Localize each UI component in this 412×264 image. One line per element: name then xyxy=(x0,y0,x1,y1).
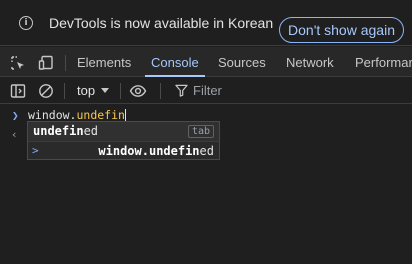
toolbar-divider xyxy=(120,83,121,99)
input-property-text: undefin xyxy=(76,108,125,122)
eager-eval-preview: > window.undefined xyxy=(28,141,219,160)
tab-elements[interactable]: Elements xyxy=(77,47,131,77)
clear-console-icon[interactable] xyxy=(38,83,54,99)
tab-console[interactable]: Console xyxy=(145,47,205,77)
tab-key-hint: tab xyxy=(187,125,214,138)
context-selector[interactable]: top xyxy=(77,78,95,104)
console-toolbar: top Filter xyxy=(0,78,412,104)
language-banner: i DevTools is now available in Korean Do… xyxy=(0,0,412,46)
result-arrow-icon: ‹ xyxy=(11,128,18,141)
console-input[interactable]: window.undefin xyxy=(28,108,126,122)
devtools-window: i DevTools is now available in Korean Do… xyxy=(0,0,412,264)
preview-typed: window.undefin xyxy=(98,144,200,158)
prompt-arrow-icon: ❯ xyxy=(12,109,19,122)
preview-rest: ed xyxy=(199,144,214,158)
chevron-down-icon[interactable] xyxy=(101,88,109,93)
preview-text: window.undefined xyxy=(98,144,214,158)
suggestion-typed: undefin xyxy=(33,124,84,138)
autocomplete-suggestion[interactable]: undefined tab xyxy=(28,122,219,141)
tab-performance[interactable]: Performar xyxy=(355,47,412,77)
eye-icon[interactable] xyxy=(129,83,147,99)
preview-arrow-icon: > xyxy=(32,144,39,157)
toolbar-divider xyxy=(160,83,161,99)
input-object-text: window. xyxy=(28,108,77,122)
sidebar-toggle-icon[interactable] xyxy=(10,83,26,99)
suggestion-rest: ed xyxy=(83,124,99,138)
main-tab-bar: Elements Console Sources Network Perform… xyxy=(0,47,412,77)
toolbar-divider xyxy=(65,55,66,71)
inspect-element-icon[interactable] xyxy=(10,55,26,71)
suggestion-text: undefined xyxy=(33,124,98,138)
autocomplete-popup: undefined tab > window.undefined xyxy=(27,121,220,160)
banner-message: DevTools is now available in Korean xyxy=(49,15,274,31)
dont-show-again-button[interactable]: Don't show again xyxy=(279,17,404,43)
filter-input[interactable]: Filter xyxy=(193,78,222,104)
info-icon: i xyxy=(19,16,33,30)
text-caret xyxy=(124,109,126,121)
tab-sources[interactable]: Sources xyxy=(218,47,266,77)
tab-network[interactable]: Network xyxy=(286,47,334,77)
device-toolbar-icon[interactable] xyxy=(38,55,54,71)
filter-icon xyxy=(175,84,188,97)
toolbar-divider xyxy=(64,83,65,99)
